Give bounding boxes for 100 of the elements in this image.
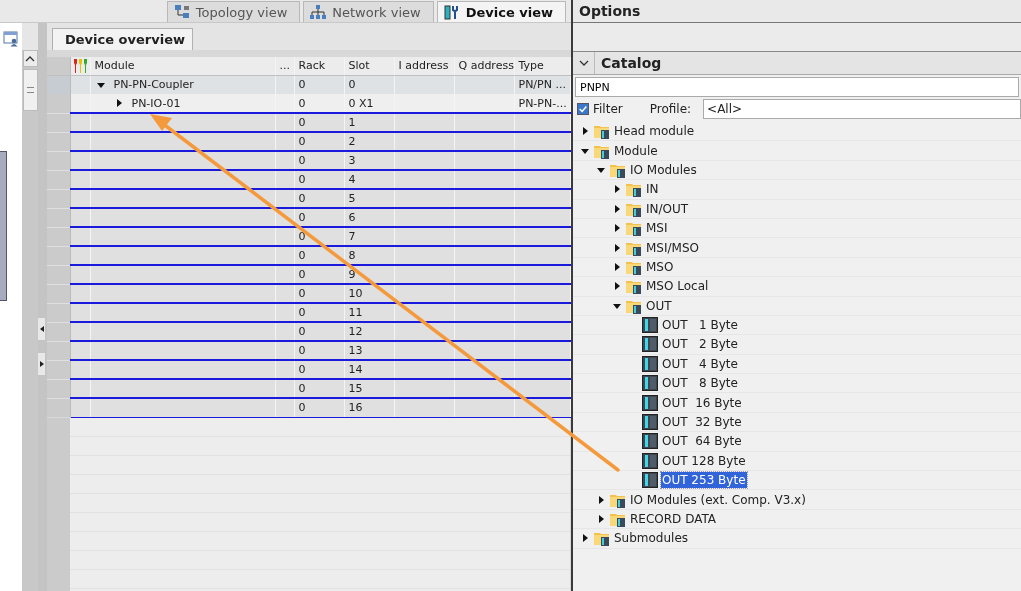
rack-number: 0 — [298, 401, 306, 415]
view-tab[interactable]: Device view — [436, 1, 566, 22]
catalog-item[interactable]: OUT 128 Byte — [661, 452, 747, 469]
rack-number: 0 — [298, 249, 306, 262]
folder-icon — [626, 181, 642, 198]
catalog-item[interactable]: OUT 32 Byte — [661, 414, 743, 431]
rack-number: 0 — [298, 363, 306, 376]
catalog-item[interactable]: Head module — [613, 123, 696, 140]
catalog-item[interactable]: OUT 253 Byte — [661, 472, 747, 489]
folder-icon — [594, 530, 610, 547]
catalog-item[interactable]: IO Modules — [629, 161, 698, 178]
profile-dropdown[interactable]: <All> — [703, 99, 1021, 119]
network-icon — [310, 4, 327, 20]
expand-right-button[interactable] — [38, 353, 45, 375]
expand-arrow-icon[interactable] — [597, 495, 605, 504]
rack-number: 0 — [298, 344, 306, 357]
expand-arrow-icon[interactable] — [581, 127, 589, 136]
catalog-item[interactable]: MSO — [645, 258, 675, 275]
column-header[interactable]: Q address — [454, 57, 514, 75]
caret-up-icon — [25, 55, 35, 62]
catalog-item[interactable]: IN — [645, 181, 660, 198]
expand-arrow-icon[interactable] — [597, 515, 605, 523]
folder-icon — [610, 511, 626, 527]
rack-number: 0 — [298, 154, 306, 167]
slot-number: 9 — [348, 268, 356, 281]
rack-number: 0 — [298, 287, 306, 300]
expand-arrow-icon[interactable] — [613, 185, 621, 194]
collapse-arrow-icon[interactable] — [96, 80, 105, 89]
module-icon — [642, 414, 658, 431]
scroll-up-button[interactable] — [22, 50, 38, 67]
slot-number: 16 — [348, 401, 363, 415]
slot-number: 12 — [348, 325, 363, 338]
properties-icon[interactable] — [3, 31, 19, 47]
collapse-arrow-icon[interactable] — [597, 165, 605, 174]
profile-label: Profile: — [649, 102, 692, 116]
expand-arrow-icon[interactable] — [613, 282, 621, 291]
module-icon — [642, 433, 658, 450]
slot-number: 5 — [348, 192, 356, 205]
module-name: PN-PN-Coupler — [113, 78, 194, 92]
slot-number: 14 — [348, 363, 363, 376]
catalog-item[interactable]: OUT 2 Byte — [661, 336, 739, 353]
column-header[interactable]: Type — [514, 57, 570, 75]
catalog-item[interactable]: OUT 1 Byte — [661, 317, 739, 334]
catalog-item[interactable]: MSI — [645, 220, 669, 237]
column-header[interactable]: I address — [394, 57, 454, 75]
column-header[interactable]: Rack — [294, 57, 344, 75]
rack-number: 0 — [298, 230, 306, 243]
expand-arrow-icon[interactable] — [613, 262, 621, 271]
folder-icon — [594, 123, 610, 140]
expand-arrow-icon[interactable] — [613, 243, 621, 252]
rack-number: 0 — [298, 268, 306, 281]
catalog-title: Catalog — [600, 55, 662, 71]
view-tab[interactable]: Topology view — [166, 1, 301, 22]
slot-number: 11 — [348, 306, 363, 319]
module-icon — [642, 394, 658, 411]
catalog-item[interactable]: RECORD DATA — [629, 511, 718, 527]
search-field[interactable]: PNPN — [575, 77, 1019, 97]
expand-arrow-icon[interactable] — [613, 224, 621, 233]
expand-arrow-icon[interactable] — [613, 204, 621, 213]
module-type: PN-PN-... — [518, 96, 567, 110]
slot-number: 0 — [348, 78, 356, 92]
catalog-item[interactable]: Module — [613, 142, 659, 159]
options-title: Options — [573, 0, 1021, 23]
diagnostics-icon — [72, 57, 88, 74]
rack-number: 0 — [298, 135, 306, 148]
catalog-item[interactable]: IN/OUT — [645, 200, 690, 217]
filter-checkbox[interactable] — [577, 103, 589, 115]
slot-number: 13 — [348, 344, 363, 357]
catalog-item[interactable]: IO Modules (ext. Comp. V3.x) — [629, 491, 807, 508]
column-header[interactable]: Slot — [344, 57, 394, 75]
collapsed-panel[interactable] — [0, 151, 7, 301]
catalog-item[interactable]: OUT — [645, 297, 673, 314]
slot-number: 2 — [348, 135, 356, 148]
catalog-item[interactable]: OUT 4 Byte — [661, 355, 739, 372]
expand-arrow-icon[interactable] — [114, 99, 123, 107]
slot-number: 7 — [348, 230, 356, 243]
catalog-item[interactable]: MSI/MSO — [645, 239, 700, 256]
rack-number: 0 — [298, 78, 306, 92]
catalog-item[interactable]: OUT 64 Byte — [661, 433, 743, 450]
expand-arrow-icon[interactable] — [581, 534, 589, 543]
collapse-arrow-icon[interactable] — [613, 301, 621, 310]
catalog-item[interactable]: OUT 8 Byte — [661, 375, 739, 392]
module-icon — [642, 452, 658, 469]
scrollbar[interactable] — [22, 50, 38, 591]
catalog-item[interactable]: Submodules — [613, 530, 690, 547]
catalog-item[interactable]: OUT 16 Byte — [661, 394, 743, 411]
collapse-left-button[interactable] — [38, 318, 45, 340]
slot-number: 3 — [348, 154, 356, 167]
scroll-thumb[interactable] — [22, 69, 38, 111]
device-overview-tab[interactable]: Device overview — [52, 28, 193, 50]
view-tab[interactable]: Network view — [303, 1, 434, 22]
column-header[interactable]: Module — [90, 57, 275, 75]
slot-number: 6 — [348, 211, 356, 224]
filter-label: Filter — [593, 102, 623, 116]
collapse-arrow-icon[interactable] — [581, 146, 589, 155]
rack-number: 0 — [298, 96, 306, 110]
catalog-item[interactable]: MSO Local — [645, 278, 710, 295]
rack-number: 0 — [298, 306, 306, 319]
triangle-right-icon — [39, 361, 44, 367]
slot-number: 15 — [348, 382, 363, 395]
